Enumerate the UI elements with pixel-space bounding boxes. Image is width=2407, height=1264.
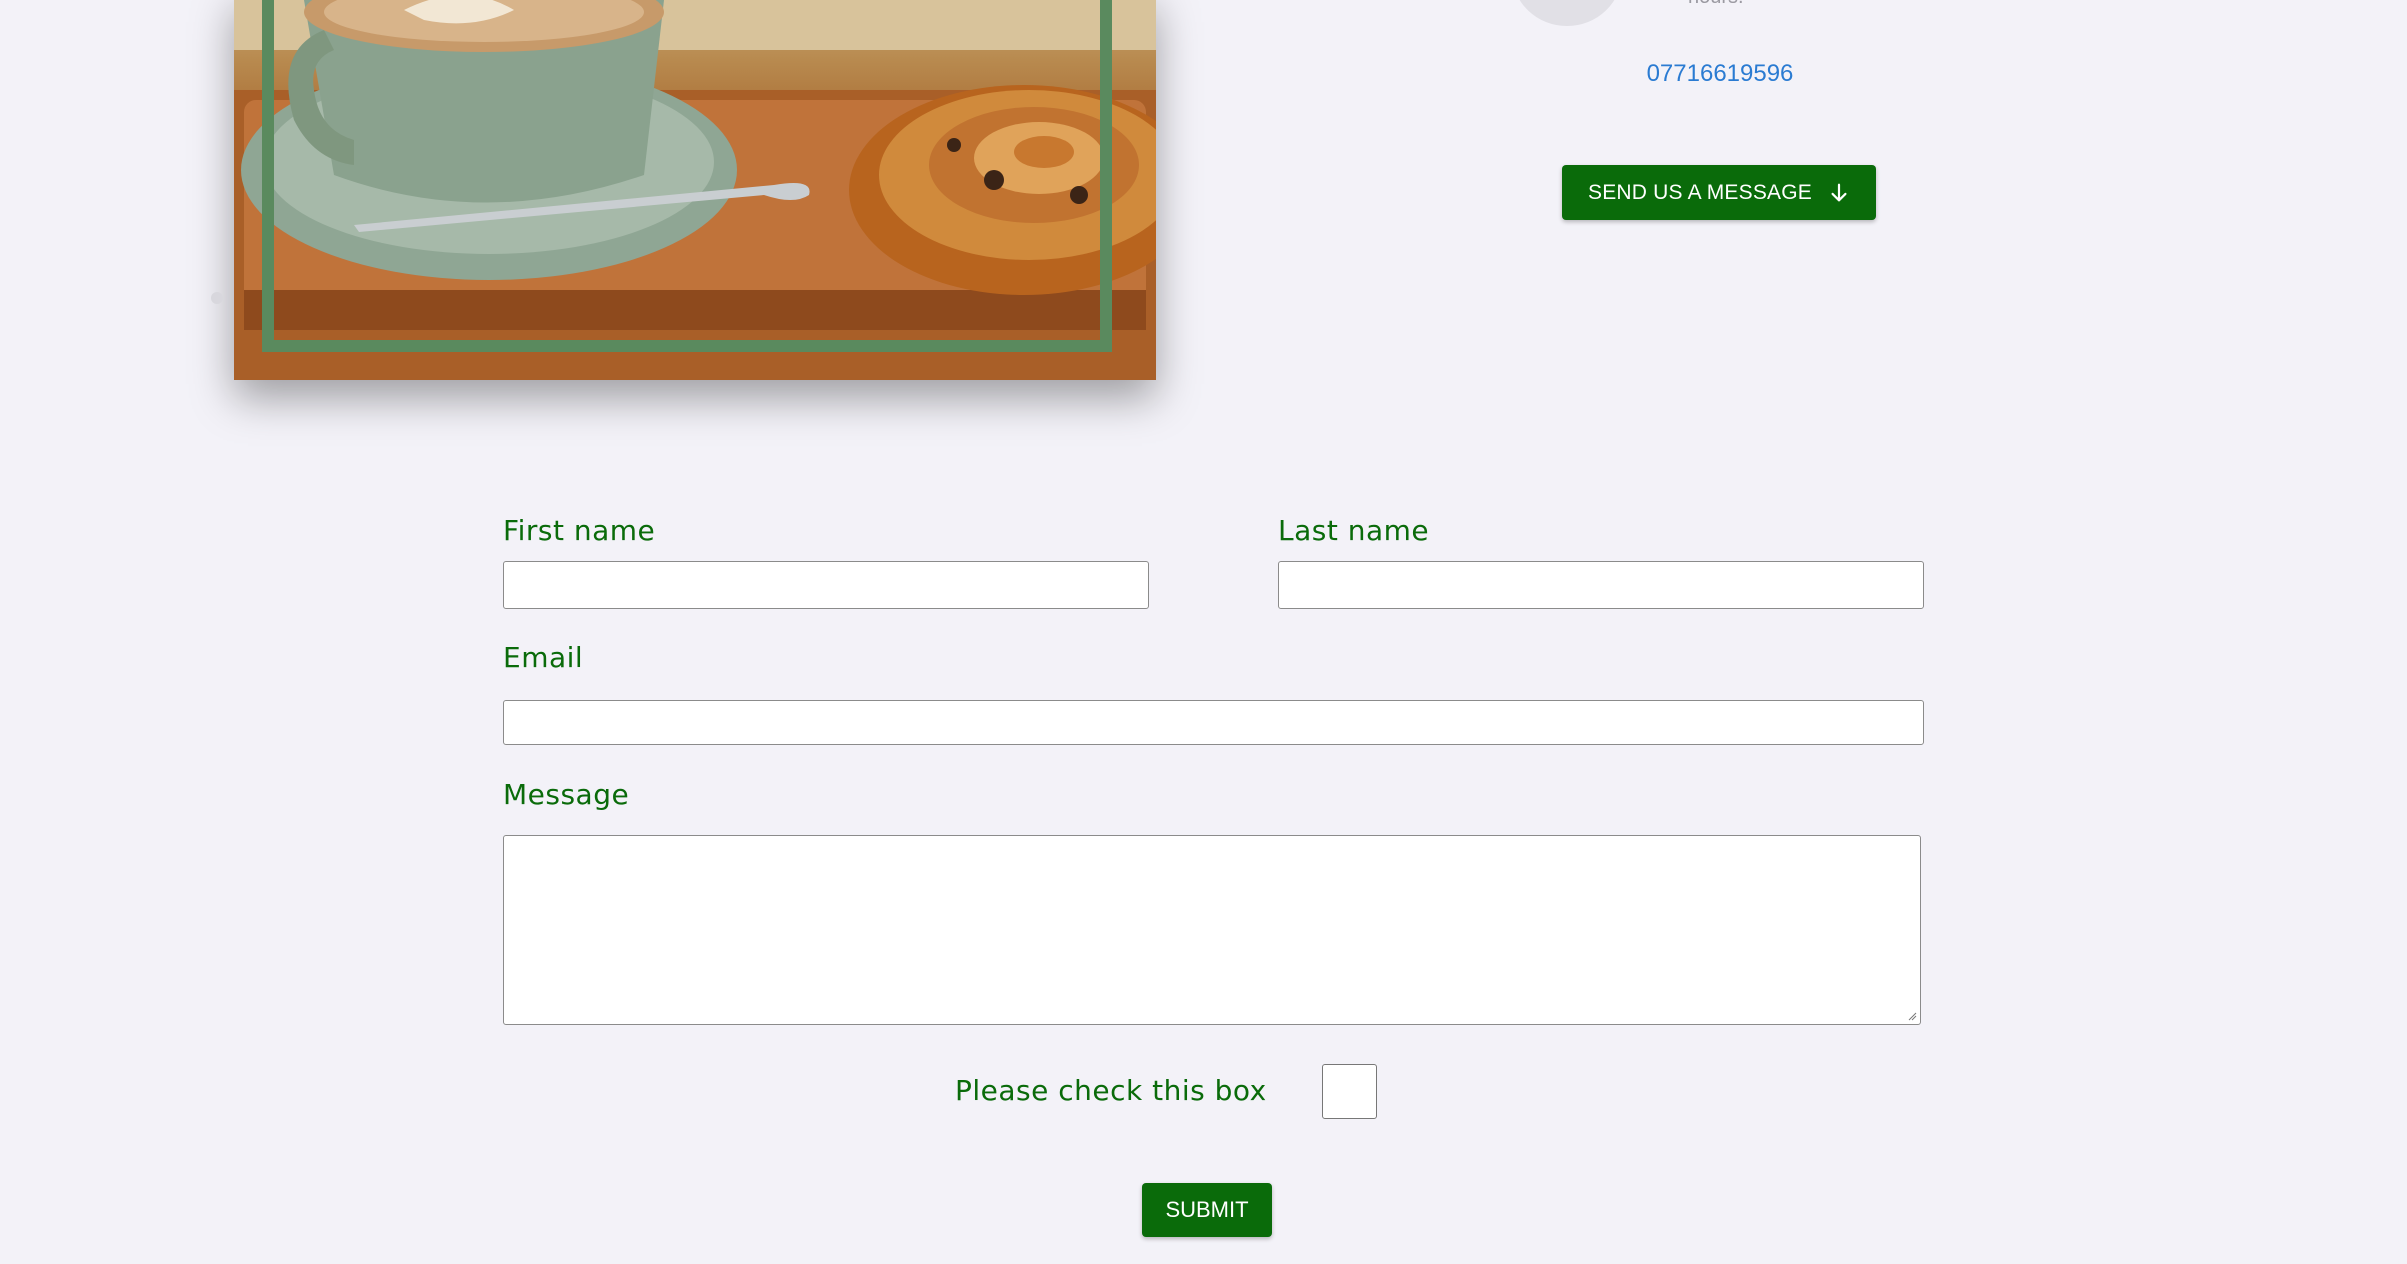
checkbox-label: Please check this box bbox=[955, 1074, 1267, 1107]
photo-frame bbox=[262, 0, 1112, 352]
send-us-a-message-button[interactable]: SEND US A MESSAGE bbox=[1562, 165, 1876, 220]
first-name-input[interactable] bbox=[503, 561, 1149, 609]
first-name-label: First name bbox=[503, 514, 656, 547]
last-name-label: Last name bbox=[1278, 514, 1430, 547]
message-label: Message bbox=[503, 778, 630, 811]
last-name-input[interactable] bbox=[1278, 561, 1924, 609]
consent-checkbox[interactable] bbox=[1322, 1064, 1377, 1119]
hero-photo bbox=[234, 0, 1156, 380]
email-label: Email bbox=[503, 641, 584, 674]
avatar bbox=[1512, 0, 1622, 26]
phone-link[interactable]: 07716619596 bbox=[1580, 60, 1860, 88]
message-textarea[interactable] bbox=[503, 835, 1921, 1025]
send-button-label: SEND US A MESSAGE bbox=[1588, 180, 1812, 204]
submit-button[interactable]: SUBMIT bbox=[1142, 1183, 1272, 1237]
arrow-down-icon bbox=[1831, 183, 1847, 201]
email-input[interactable] bbox=[503, 700, 1924, 745]
carousel-dot-icon[interactable] bbox=[211, 292, 223, 304]
resize-grip-icon[interactable] bbox=[1907, 1011, 1917, 1021]
hours-text: hours. bbox=[1688, 0, 1744, 9]
